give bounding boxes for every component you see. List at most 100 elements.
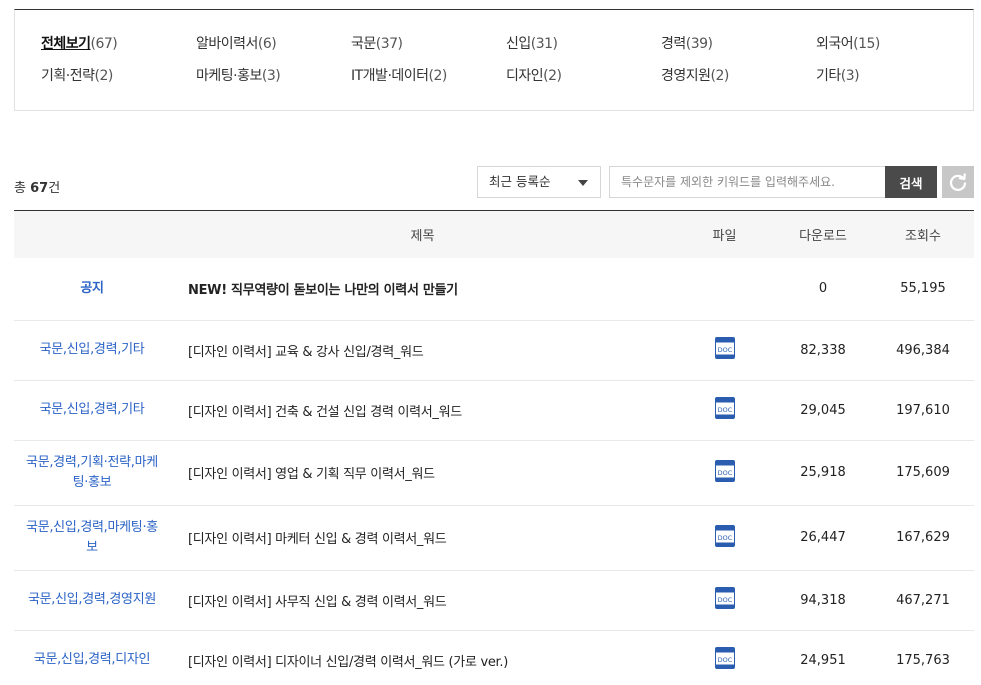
category-filter-item[interactable]: 마케팅·홍보(3) — [196, 66, 351, 86]
doc-file-icon[interactable]: DOC — [714, 397, 735, 423]
sort-select[interactable]: 최근 등록순 — [477, 166, 601, 198]
row-category[interactable]: 국문,신입,경력,마케팅·홍보 — [14, 505, 170, 571]
row-views: 55,195 — [872, 258, 974, 321]
category-filter-item[interactable]: 국문(37) — [351, 34, 506, 54]
header-category — [14, 211, 170, 258]
category-filter-item[interactable]: 외국어(15) — [816, 34, 971, 54]
table-row[interactable]: 국문,경력,기획·전략,마케팅·홍보 [디자인 이력서] 영업 & 기획 직무 이… — [14, 440, 974, 506]
category-grid: 전체보기(67) 알바이력서(6) 국문(37) 신입(31) 경력(39) 외국어(15… — [41, 34, 971, 86]
row-category[interactable]: 공지 — [14, 258, 170, 321]
row-views: 175,763 — [872, 630, 974, 685]
row-category[interactable]: 국문,경력,기획·전략,마케팅·홍보 — [14, 440, 170, 506]
category-count: (67) — [90, 36, 118, 52]
svg-text:DOC: DOC — [717, 534, 732, 542]
svg-text:DOC: DOC — [717, 346, 732, 354]
category-filter-item[interactable]: 기획·전략(2) — [41, 66, 196, 86]
table-header-row: 제목 파일 다운로드 조회수 — [14, 211, 974, 258]
total-number: 67 — [30, 181, 49, 196]
header-downloads: 다운로드 — [774, 211, 872, 258]
svg-text:DOC: DOC — [717, 656, 732, 664]
table-row[interactable]: 국문,신입,경력,마케팅·홍보 [디자인 이력서] 마케터 신입 & 경력 이력서… — [14, 505, 974, 571]
category-name: 경영지원 — [661, 68, 711, 84]
category-filter-item[interactable]: 전체보기(67) — [41, 34, 196, 54]
table-row[interactable]: 국문,신입,경력,디자인 [디자인 이력서] 디자이너 신입/경력 이력서_워드 … — [14, 630, 974, 685]
row-file: DOC — [675, 570, 774, 631]
category-count: (37) — [375, 36, 403, 52]
row-title-link[interactable]: [디자인 이력서] 디자이너 신입/경력 이력서_워드 (가로 ver.) — [170, 630, 675, 685]
row-title-link[interactable]: [디자인 이력서] 마케터 신입 & 경력 이력서_워드 — [170, 505, 675, 571]
row-title-link[interactable]: [디자인 이력서] 영업 & 기획 직무 이력서_워드 — [170, 440, 675, 506]
table-row[interactable]: 국문,신입,경력,경영지원 [디자인 이력서] 사무직 신입 & 경력 이력서_워… — [14, 570, 974, 631]
row-file: DOC — [675, 630, 774, 685]
row-title-link[interactable]: [디자인 이력서] 사무직 신입 & 경력 이력서_워드 — [170, 570, 675, 631]
search-input[interactable] — [609, 166, 886, 198]
row-downloads: 26,447 — [774, 505, 872, 571]
reset-button[interactable] — [942, 166, 974, 198]
row-category[interactable]: 국문,신입,경력,기타 — [14, 380, 170, 441]
header-file: 파일 — [675, 211, 774, 258]
category-name: 기획·전략 — [41, 68, 95, 84]
category-filter-item[interactable]: 디자인(2) — [506, 66, 661, 86]
category-filter-item[interactable]: 기타(3) — [816, 66, 971, 86]
category-name: 전체보기 — [41, 36, 91, 52]
table-row[interactable]: 국문,신입,경력,기타 [디자인 이력서] 건축 & 건설 신입 경력 이력서_워… — [14, 380, 974, 441]
total-count: 총 67건 — [14, 177, 60, 196]
row-category[interactable]: 국문,신입,경력,디자인 — [14, 630, 170, 685]
notice-row[interactable]: 공지 NEW! 직무역량이 돋보이는 나만의 이력서 만들기 0 55,195 — [14, 258, 974, 321]
row-downloads: 24,951 — [774, 630, 872, 685]
row-downloads: 25,918 — [774, 440, 872, 506]
row-downloads: 82,338 — [774, 320, 872, 381]
row-views: 496,384 — [872, 320, 974, 381]
category-filter-item[interactable]: 신입(31) — [506, 34, 661, 54]
total-suffix: 건 — [48, 181, 61, 196]
doc-file-icon[interactable]: DOC — [714, 524, 735, 551]
header-title: 제목 — [170, 211, 675, 258]
category-filter-item[interactable]: 경영지원(2) — [661, 66, 816, 86]
refresh-icon — [949, 173, 967, 191]
row-views: 467,271 — [872, 570, 974, 631]
category-name: IT개발·데이터 — [351, 68, 429, 84]
category-filter-item[interactable]: 경력(39) — [661, 34, 816, 54]
doc-file-icon[interactable]: DOC — [714, 337, 735, 363]
table-row[interactable]: 국문,신입,경력,기타 [디자인 이력서] 교육 & 강사 신입/경력_워드 DOC… — [14, 320, 974, 381]
row-downloads: 29,045 — [774, 380, 872, 441]
total-prefix: 총 — [14, 181, 31, 196]
row-downloads: 0 — [774, 258, 872, 321]
category-name: 알바이력서 — [196, 36, 258, 52]
row-views: 197,610 — [872, 380, 974, 441]
row-title-link[interactable]: [디자인 이력서] 건축 & 건설 신입 경력 이력서_워드 — [170, 380, 675, 441]
category-name: 외국어 — [816, 36, 854, 52]
category-name: 신입 — [506, 36, 531, 52]
sort-selected-label: 최근 등록순 — [489, 174, 551, 189]
doc-file-icon[interactable]: DOC — [714, 647, 735, 673]
row-title-link[interactable]: NEW! 직무역량이 돋보이는 나만의 이력서 만들기 — [170, 258, 675, 321]
row-title-link[interactable]: [디자인 이력서] 교육 & 강사 신입/경력_워드 — [170, 320, 675, 381]
category-count: (2) — [710, 68, 730, 84]
header-views: 조회수 — [872, 211, 974, 258]
resume-table-wrap: 제목 파일 다운로드 조회수 공지 NEW! 직무역량이 돋보이는 나만의 이력서… — [14, 210, 974, 685]
category-name: 디자인 — [506, 68, 544, 84]
category-filter-box: 전체보기(67) 알바이력서(6) 국문(37) 신입(31) 경력(39) 외국어(15… — [14, 9, 974, 111]
category-name: 기타 — [816, 68, 841, 84]
category-count: (2) — [543, 68, 562, 84]
category-count: (31) — [530, 36, 558, 52]
category-count: (2) — [94, 68, 113, 84]
doc-file-icon[interactable]: DOC — [714, 587, 735, 613]
row-category[interactable]: 국문,신입,경력,기타 — [14, 320, 170, 381]
search-button[interactable]: 검색 — [885, 166, 937, 198]
category-name: 국문 — [351, 36, 376, 52]
svg-text:DOC: DOC — [717, 596, 732, 604]
category-filter-item[interactable]: 알바이력서(6) — [196, 34, 351, 54]
category-count: (6) — [257, 36, 277, 52]
category-filter-item[interactable]: IT개발·데이터(2) — [351, 66, 506, 86]
row-downloads: 94,318 — [774, 570, 872, 631]
category-name: 경력 — [661, 36, 686, 52]
row-views: 167,629 — [872, 505, 974, 571]
doc-file-icon[interactable]: DOC — [714, 459, 735, 486]
category-count: (3) — [261, 68, 281, 84]
category-count: (3) — [840, 68, 860, 84]
category-count: (2) — [428, 68, 448, 84]
category-name: 마케팅·홍보 — [196, 68, 262, 84]
row-category[interactable]: 국문,신입,경력,경영지원 — [14, 570, 170, 631]
resume-table: 제목 파일 다운로드 조회수 공지 NEW! 직무역량이 돋보이는 나만의 이력서… — [14, 211, 974, 685]
